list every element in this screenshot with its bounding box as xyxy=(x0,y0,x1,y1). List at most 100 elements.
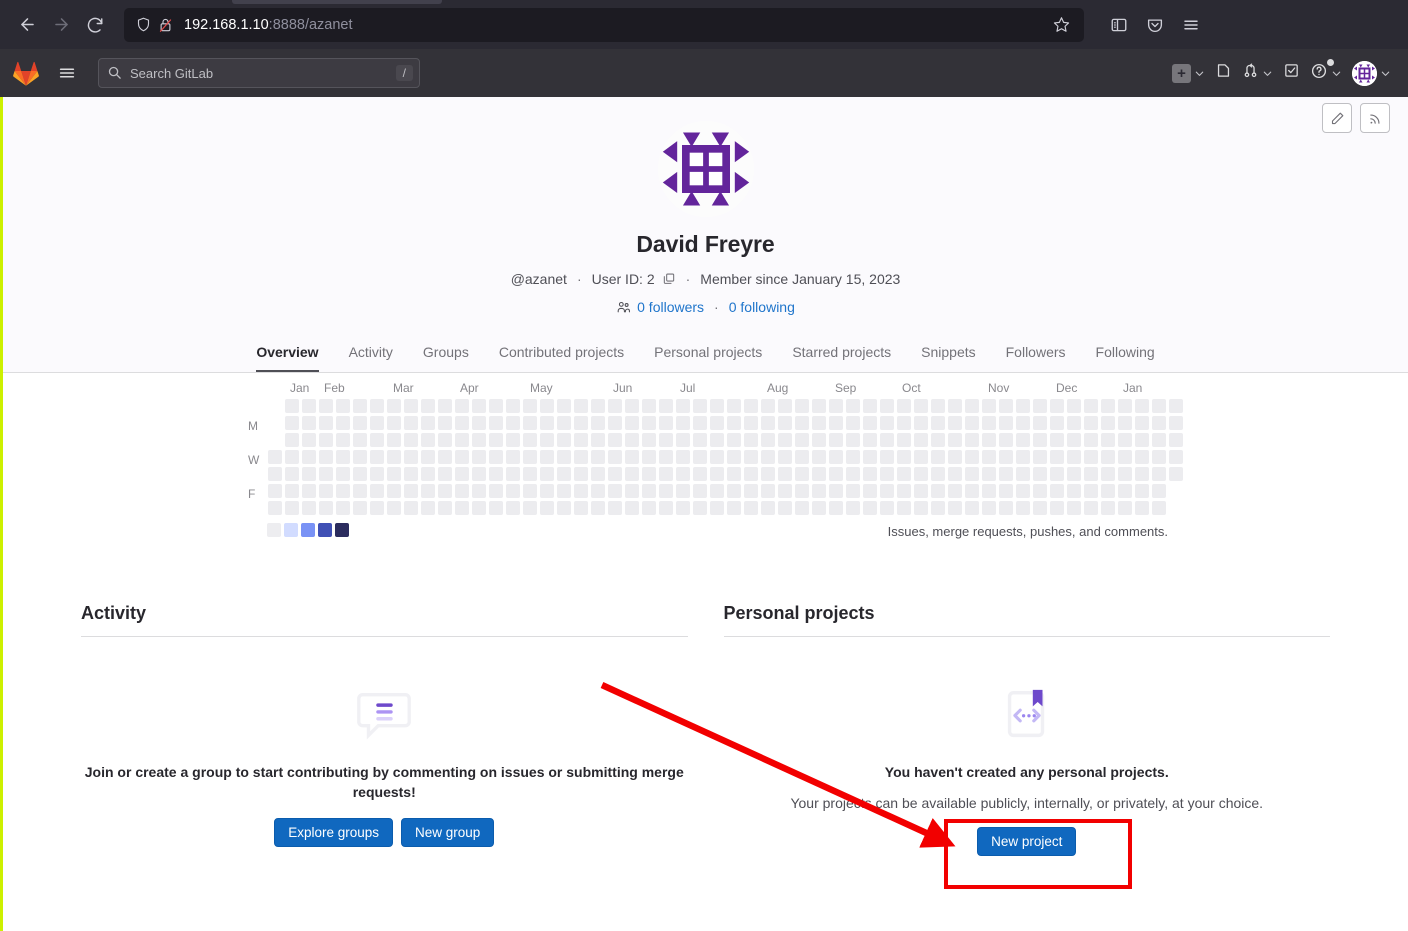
calendar-day-cell[interactable] xyxy=(744,416,758,430)
calendar-day-cell[interactable] xyxy=(353,484,367,498)
calendar-day-cell[interactable] xyxy=(285,399,299,413)
calendar-day-cell[interactable] xyxy=(455,467,469,481)
calendar-day-cell[interactable] xyxy=(1135,450,1149,464)
calendar-day-cell[interactable] xyxy=(914,433,928,447)
calendar-day-cell[interactable] xyxy=(1016,416,1030,430)
calendar-day-cell[interactable] xyxy=(812,450,826,464)
calendar-day-cell[interactable] xyxy=(506,416,520,430)
calendar-day-cell[interactable] xyxy=(812,501,826,515)
calendar-day-cell[interactable] xyxy=(336,467,350,481)
calendar-day-cell[interactable] xyxy=(676,433,690,447)
calendar-day-cell[interactable] xyxy=(370,501,384,515)
calendar-day-cell[interactable] xyxy=(523,501,537,515)
calendar-day-cell[interactable] xyxy=(727,416,741,430)
calendar-day-cell[interactable] xyxy=(1152,467,1166,481)
calendar-day-cell[interactable] xyxy=(1135,433,1149,447)
calendar-day-cell[interactable] xyxy=(863,467,877,481)
calendar-day-cell[interactable] xyxy=(1135,501,1149,515)
calendar-day-cell[interactable] xyxy=(710,399,724,413)
calendar-day-cell[interactable] xyxy=(1101,467,1115,481)
calendar-day-cell[interactable] xyxy=(778,450,792,464)
calendar-day-cell[interactable] xyxy=(1067,399,1081,413)
calendar-day-cell[interactable] xyxy=(710,484,724,498)
calendar-day-cell[interactable] xyxy=(353,416,367,430)
calendar-day-cell[interactable] xyxy=(710,433,724,447)
calendar-day-cell[interactable] xyxy=(387,484,401,498)
calendar-day-cell[interactable] xyxy=(608,467,622,481)
calendar-day-cell[interactable] xyxy=(1101,484,1115,498)
calendar-day-cell[interactable] xyxy=(302,433,316,447)
calendar-day-cell[interactable] xyxy=(625,484,639,498)
calendar-day-cell[interactable] xyxy=(1050,467,1064,481)
calendar-day-cell[interactable] xyxy=(659,450,673,464)
calendar-day-cell[interactable] xyxy=(829,399,843,413)
calendar-day-cell[interactable] xyxy=(795,399,809,413)
create-new-button[interactable]: + xyxy=(1169,60,1208,87)
calendar-day-cell[interactable] xyxy=(948,484,962,498)
calendar-day-cell[interactable] xyxy=(506,484,520,498)
calendar-day-cell[interactable] xyxy=(812,484,826,498)
calendar-day-cell[interactable] xyxy=(897,467,911,481)
calendar-day-cell[interactable] xyxy=(506,433,520,447)
calendar-day-cell[interactable] xyxy=(285,501,299,515)
calendar-day-cell[interactable] xyxy=(268,484,282,498)
calendar-day-cell[interactable] xyxy=(1084,450,1098,464)
calendar-day-cell[interactable] xyxy=(795,501,809,515)
calendar-day-cell[interactable] xyxy=(829,450,843,464)
new-project-button[interactable]: New project xyxy=(977,826,1077,856)
calendar-day-cell[interactable] xyxy=(659,467,673,481)
calendar-day-cell[interactable] xyxy=(1118,416,1132,430)
calendar-day-cell[interactable] xyxy=(421,484,435,498)
calendar-day-cell[interactable] xyxy=(693,416,707,430)
calendar-day-cell[interactable] xyxy=(846,399,860,413)
calendar-day-cell[interactable] xyxy=(744,501,758,515)
calendar-day-cell[interactable] xyxy=(795,467,809,481)
followers-link[interactable]: 0 followers xyxy=(637,299,704,315)
calendar-day-cell[interactable] xyxy=(268,450,282,464)
insecure-connection-icon[interactable] xyxy=(154,14,176,36)
calendar-day-cell[interactable] xyxy=(319,433,333,447)
calendar-day-cell[interactable] xyxy=(863,399,877,413)
calendar-day-cell[interactable] xyxy=(353,399,367,413)
tab-contributed-projects[interactable]: Contributed projects xyxy=(484,335,639,372)
main-menu-icon[interactable] xyxy=(50,56,84,90)
calendar-day-cell[interactable] xyxy=(999,484,1013,498)
calendar-day-cell[interactable] xyxy=(897,484,911,498)
calendar-day-cell[interactable] xyxy=(965,484,979,498)
calendar-day-cell[interactable] xyxy=(574,399,588,413)
calendar-day-cell[interactable] xyxy=(1050,433,1064,447)
calendar-day-cell[interactable] xyxy=(965,416,979,430)
tracking-protection-shield-icon[interactable] xyxy=(132,14,154,36)
issues-button[interactable] xyxy=(1212,58,1235,88)
calendar-day-cell[interactable] xyxy=(1033,450,1047,464)
calendar-day-cell[interactable] xyxy=(285,450,299,464)
calendar-day-cell[interactable] xyxy=(744,467,758,481)
calendar-day-cell[interactable] xyxy=(625,501,639,515)
help-button[interactable] xyxy=(1307,58,1345,89)
calendar-day-cell[interactable] xyxy=(319,416,333,430)
calendar-day-cell[interactable] xyxy=(1118,399,1132,413)
calendar-day-cell[interactable] xyxy=(472,501,486,515)
calendar-day-cell[interactable] xyxy=(523,399,537,413)
calendar-day-cell[interactable] xyxy=(1135,416,1149,430)
calendar-day-cell[interactable] xyxy=(642,433,656,447)
back-arrow-icon[interactable] xyxy=(10,8,44,42)
calendar-day-cell[interactable] xyxy=(880,484,894,498)
calendar-day-cell[interactable] xyxy=(1135,484,1149,498)
calendar-day-cell[interactable] xyxy=(914,501,928,515)
calendar-day-cell[interactable] xyxy=(1152,501,1166,515)
calendar-day-cell[interactable] xyxy=(999,450,1013,464)
calendar-day-cell[interactable] xyxy=(948,501,962,515)
calendar-day-cell[interactable] xyxy=(370,467,384,481)
calendar-day-cell[interactable] xyxy=(761,399,775,413)
calendar-day-cell[interactable] xyxy=(540,450,554,464)
calendar-day-cell[interactable] xyxy=(387,501,401,515)
calendar-day-cell[interactable] xyxy=(880,450,894,464)
calendar-day-cell[interactable] xyxy=(455,433,469,447)
calendar-day-cell[interactable] xyxy=(897,450,911,464)
calendar-day-cell[interactable] xyxy=(999,467,1013,481)
calendar-day-cell[interactable] xyxy=(761,467,775,481)
calendar-day-cell[interactable] xyxy=(404,450,418,464)
calendar-day-cell[interactable] xyxy=(421,450,435,464)
calendar-day-cell[interactable] xyxy=(727,433,741,447)
